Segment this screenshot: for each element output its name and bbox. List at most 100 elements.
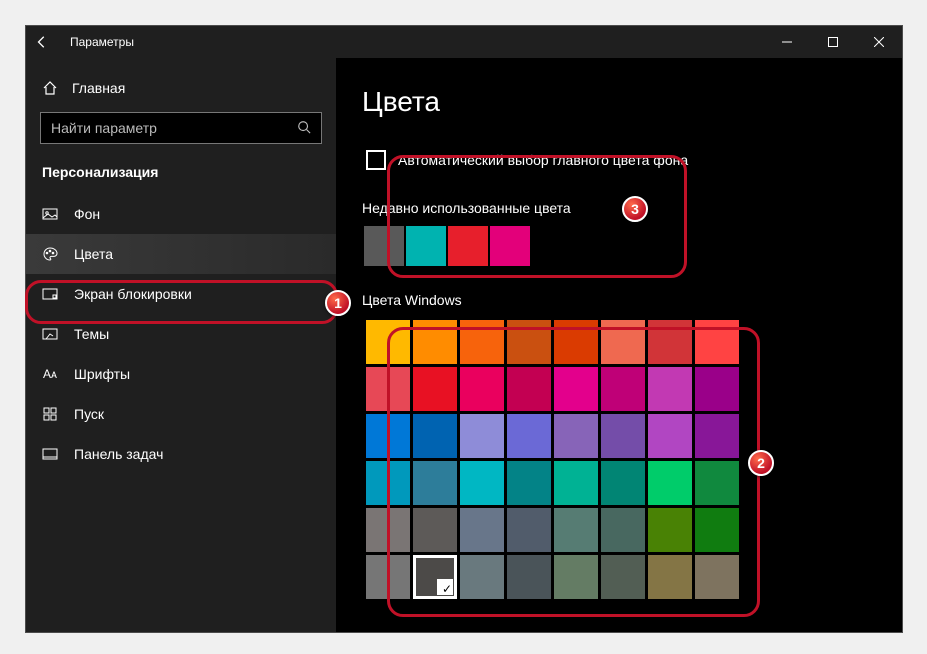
color-swatch[interactable] [507,367,551,411]
color-swatch[interactable] [695,320,739,364]
color-swatch[interactable] [695,367,739,411]
sidebar-item-label: Фон [74,206,100,222]
color-swatch[interactable] [554,508,598,552]
windows-colors-grid: ✓ [362,316,876,603]
color-swatch[interactable] [460,555,504,599]
annotation-badge: 1 [325,290,351,316]
color-swatch[interactable] [507,320,551,364]
sidebar-item-colors[interactable]: Цвета [26,234,336,274]
color-swatch[interactable] [554,320,598,364]
brush-icon [42,326,58,342]
color-swatch[interactable] [648,414,692,458]
sidebar-item-lockscreen[interactable]: Экран блокировки [26,274,336,314]
color-swatch[interactable] [554,414,598,458]
color-swatch[interactable] [648,461,692,505]
palette-icon [42,246,58,262]
windows-colors-label: Цвета Windows [362,292,876,308]
color-swatch[interactable] [601,508,645,552]
recent-color-swatch[interactable] [406,226,446,266]
maximize-button[interactable] [810,26,856,58]
color-swatch[interactable] [695,461,739,505]
sidebar-item-label: Пуск [74,406,104,422]
color-swatch[interactable] [460,367,504,411]
color-swatch[interactable] [554,461,598,505]
color-swatch[interactable] [601,555,645,599]
recent-colors-label: Недавно использованные цвета [362,200,876,216]
titlebar: Параметры [26,26,902,58]
sidebar-item-background[interactable]: Фон [26,194,336,234]
color-swatch[interactable] [648,367,692,411]
sidebar-item-label: Темы [74,326,109,342]
color-swatch[interactable] [601,414,645,458]
color-swatch[interactable] [554,555,598,599]
color-swatch[interactable] [413,320,457,364]
color-swatch[interactable] [507,461,551,505]
color-swatch[interactable] [460,320,504,364]
color-swatch[interactable] [413,461,457,505]
color-swatch[interactable] [554,367,598,411]
window-title: Параметры [70,35,134,49]
color-swatch[interactable] [366,508,410,552]
color-swatch[interactable] [507,508,551,552]
color-swatch[interactable] [648,508,692,552]
color-swatch[interactable] [366,555,410,599]
sidebar-item-label: Панель задач [74,446,163,462]
color-swatch[interactable] [507,555,551,599]
color-swatch[interactable]: ✓ [413,555,457,599]
close-button[interactable] [856,26,902,58]
recent-color-swatch[interactable] [448,226,488,266]
recent-color-swatch[interactable] [490,226,530,266]
color-swatch[interactable] [413,508,457,552]
color-swatch[interactable] [507,414,551,458]
start-icon [42,406,58,422]
color-swatch[interactable] [460,508,504,552]
page-title: Цвета [362,86,876,118]
main-panel: Цвета Автоматический выбор главного цвет… [336,58,902,632]
color-swatch[interactable] [366,414,410,458]
color-swatch[interactable] [601,461,645,505]
font-icon: Aᴀ [42,366,58,382]
sidebar-item-label: Шрифты [74,366,130,382]
sidebar-item-taskbar[interactable]: Панель задач [26,434,336,474]
sidebar-home-label: Главная [72,80,125,96]
search-placeholder: Найти параметр [51,120,157,136]
check-icon: ✓ [442,582,452,596]
color-swatch[interactable] [648,320,692,364]
search-input[interactable]: Найти параметр [40,112,322,144]
annotation-badge: 2 [748,450,774,476]
back-icon[interactable] [34,34,50,50]
color-swatch[interactable] [366,367,410,411]
color-swatch[interactable] [460,461,504,505]
sidebar-item-fonts[interactable]: Aᴀ Шрифты [26,354,336,394]
color-swatch[interactable] [695,414,739,458]
sidebar-home[interactable]: Главная [26,76,336,112]
color-swatch[interactable] [366,461,410,505]
color-swatch[interactable] [366,320,410,364]
sidebar-item-themes[interactable]: Темы [26,314,336,354]
auto-accent-checkbox[interactable]: Автоматический выбор главного цвета фона [362,144,876,176]
color-swatch[interactable] [413,414,457,458]
auto-accent-label: Автоматический выбор главного цвета фона [398,152,688,168]
color-swatch[interactable] [601,367,645,411]
color-swatch[interactable] [413,367,457,411]
lock-icon [42,286,58,302]
color-swatch[interactable] [648,555,692,599]
color-swatch[interactable] [601,320,645,364]
sidebar-section: Персонализация [26,158,336,194]
checkbox-icon [366,150,386,170]
taskbar-icon [42,446,58,462]
color-swatch[interactable] [460,414,504,458]
recent-color-swatch[interactable] [364,226,404,266]
sidebar-item-start[interactable]: Пуск [26,394,336,434]
settings-window: Параметры Главная Найти параметр [25,25,903,633]
recent-colors-row [362,224,876,268]
window-controls [764,26,902,58]
color-swatch[interactable] [695,555,739,599]
annotation-badge: 3 [622,196,648,222]
image-icon [42,206,58,222]
sidebar-item-label: Экран блокировки [74,286,192,302]
sidebar-item-label: Цвета [74,246,113,262]
sidebar-menu: Фон Цвета Экран блокировки Темы Aᴀ Шрифт… [26,194,336,474]
color-swatch[interactable] [695,508,739,552]
minimize-button[interactable] [764,26,810,58]
